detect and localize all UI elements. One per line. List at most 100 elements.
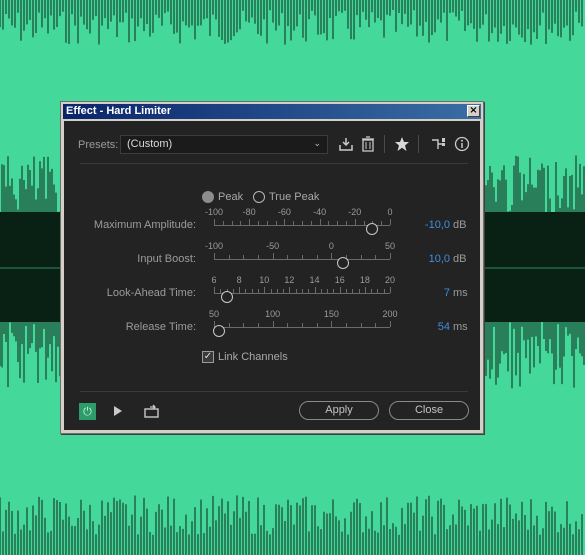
slider-tick <box>363 221 365 225</box>
slider-tick <box>258 221 259 225</box>
slider-tick <box>346 289 347 293</box>
slider-tick <box>270 289 272 293</box>
scale-tick-label: 16 <box>334 275 345 285</box>
param-value[interactable]: 54 <box>438 321 450 333</box>
true-peak-radio[interactable] <box>253 191 265 203</box>
scale-tick-label: -80 <box>242 207 256 217</box>
slider-tick <box>232 289 234 293</box>
close-button[interactable]: Close <box>389 401 469 420</box>
slider-tick <box>333 289 335 293</box>
slider-tick <box>339 287 341 293</box>
slider-tick <box>327 289 329 293</box>
close-icon[interactable]: × <box>467 105 480 117</box>
slider-tick <box>302 221 303 225</box>
scale-tick-label: 0 <box>328 241 334 251</box>
slider-tick <box>287 323 289 327</box>
scale-tick-label: 150 <box>323 309 339 319</box>
slider-tick <box>375 323 377 327</box>
slider-thumb[interactable] <box>220 291 233 303</box>
param-slider[interactable]: -100 -80 -60 -40 -20 0 <box>205 207 393 235</box>
loop-playback-icon[interactable] <box>143 403 160 419</box>
footer-divider <box>80 391 468 392</box>
slider-tick <box>275 221 277 225</box>
slider-tick <box>302 289 303 293</box>
slider-tick <box>328 221 330 225</box>
slider-tick <box>272 321 274 327</box>
routing-icon[interactable] <box>430 136 446 152</box>
slider-tick <box>302 323 303 327</box>
slider-track <box>214 327 390 328</box>
param-label: Release Time: <box>125 321 196 333</box>
slider-thumb[interactable] <box>212 325 225 337</box>
dialog-title: Effect - Hard Limiter <box>66 105 172 117</box>
scale-tick-label: -20 <box>348 207 362 217</box>
slider-tick <box>231 221 233 225</box>
slider-tick <box>390 287 391 293</box>
scale-tick-label: -40 <box>313 207 327 217</box>
scale-tick-label: -50 <box>266 241 280 251</box>
slider-thumb[interactable] <box>366 223 379 235</box>
param-slider[interactable]: 50 100 150 200 <box>209 309 398 337</box>
save-preset-icon[interactable] <box>338 136 354 152</box>
slider-tick <box>331 321 333 327</box>
scale-tick-label: 0 <box>387 207 393 217</box>
slider-tick <box>310 221 312 225</box>
param-unit: dB <box>453 253 467 265</box>
slider-tick <box>383 289 385 293</box>
slider-tick <box>287 255 289 259</box>
param-slider[interactable]: 6 8 10 12 14 16 18 20 <box>211 275 395 303</box>
slider-tick <box>239 287 241 293</box>
slider-thumb[interactable] <box>337 257 350 269</box>
slider-tick <box>245 289 247 293</box>
presets-value: (Custom) <box>127 138 173 150</box>
scale-tick-label: 50 <box>208 309 220 319</box>
slider-tick <box>266 221 268 225</box>
slider-tick <box>258 323 259 327</box>
delete-preset-icon[interactable] <box>361 136 375 152</box>
param-label: Look-Ahead Time: <box>106 287 196 299</box>
param-value[interactable]: -10,0 <box>425 219 450 231</box>
presets-dropdown[interactable]: (Custom) ⌄ <box>120 135 328 154</box>
toolbar-separator <box>418 135 419 153</box>
slider-tick <box>319 219 321 225</box>
slider-tick <box>352 289 354 293</box>
play-icon[interactable] <box>112 404 124 418</box>
slider-tick <box>377 289 379 293</box>
scale-tick-label: 18 <box>359 275 370 285</box>
slider-tick <box>264 287 266 293</box>
slider-tick <box>375 255 377 259</box>
info-icon[interactable] <box>454 136 470 152</box>
power-toggle-button[interactable]: ⏻ <box>79 403 96 420</box>
favorite-star-icon[interactable] <box>394 136 410 152</box>
chevron-down-icon: ⌄ <box>313 139 321 149</box>
slider-tick <box>337 221 339 225</box>
slider-tick <box>314 287 316 293</box>
link-channels-checkbox[interactable]: ✓ <box>202 351 214 363</box>
slider-tick <box>214 287 215 293</box>
param-slider[interactable]: -100 -50 0 50 <box>205 241 395 269</box>
slider-tick <box>243 255 245 259</box>
param-label: Input Boost: <box>137 253 196 265</box>
param-value[interactable]: 10,0 <box>429 253 450 265</box>
slider-tick <box>283 289 285 293</box>
scale-tick-label: 10 <box>259 275 270 285</box>
scale-tick-label: -100 <box>204 207 224 217</box>
dialog-body: Presets: (Custom) ⌄ Peak True Peak Maxim… <box>64 121 480 430</box>
slider-tick <box>320 289 322 293</box>
slider-tick <box>390 321 391 327</box>
section-divider <box>80 163 468 164</box>
peak-radio[interactable] <box>202 191 214 203</box>
scale-tick-label: -60 <box>277 207 291 217</box>
apply-button[interactable]: Apply <box>299 401 379 420</box>
slider-tick <box>222 221 224 225</box>
scale-tick-label: 200 <box>382 309 398 319</box>
dialog-title-bar[interactable]: Effect - Hard Limiter × <box>63 104 481 119</box>
slider-tick <box>390 219 391 225</box>
slider-track <box>214 225 390 226</box>
link-channels-label: Link Channels <box>218 351 288 363</box>
param-value[interactable]: 7 <box>444 287 450 299</box>
true-peak-radio-label: True Peak <box>269 191 320 203</box>
slider-tick <box>346 323 347 327</box>
slider-tick <box>284 219 286 225</box>
presets-label: Presets: <box>78 139 119 151</box>
